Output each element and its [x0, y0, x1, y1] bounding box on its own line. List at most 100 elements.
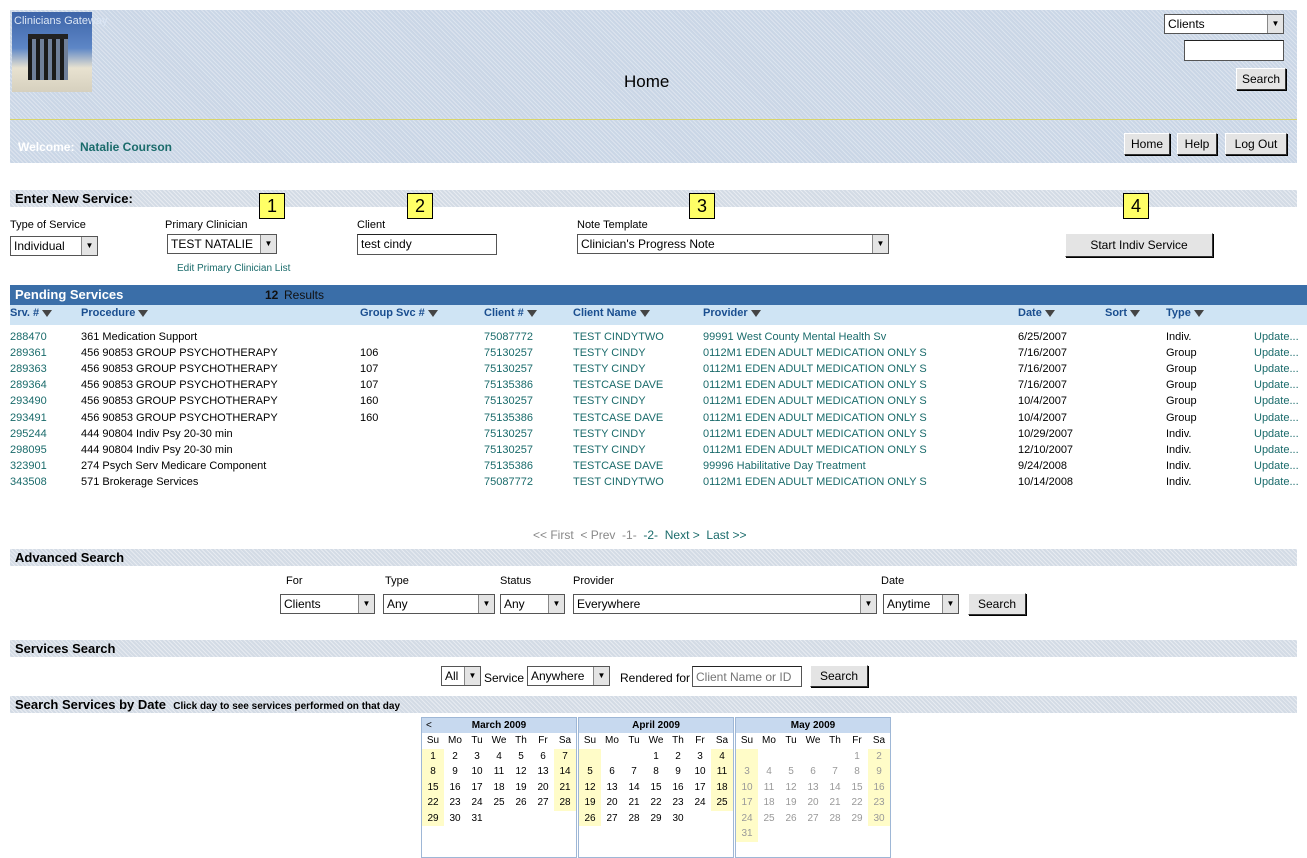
service-location-select[interactable]: Anywhere ▼ [527, 666, 610, 686]
calendar-day[interactable]: 30 [444, 811, 466, 827]
calendar-day[interactable]: 27 [802, 811, 824, 827]
calendar-day[interactable]: 6 [802, 764, 824, 780]
calendar-day[interactable]: 21 [824, 795, 846, 811]
calendar-day[interactable]: 15 [422, 779, 444, 795]
calendar-day[interactable]: 5 [510, 749, 532, 765]
calendar-day[interactable]: 8 [422, 764, 444, 780]
calendar-day[interactable]: 18 [488, 780, 510, 796]
update-link[interactable]: Update... [1254, 428, 1299, 440]
calendar-day[interactable]: 8 [645, 764, 667, 780]
calendar-day[interactable]: 28 [824, 811, 846, 827]
calendar-day[interactable]: 22 [645, 795, 667, 811]
col-provider[interactable]: Provider [703, 307, 761, 319]
srv-cell[interactable]: 343508 [10, 476, 47, 488]
filter-icon[interactable] [42, 309, 53, 317]
pager-page-2[interactable]: -2- [643, 528, 658, 542]
calendar-day[interactable]: 14 [554, 764, 576, 780]
filter-icon[interactable] [427, 309, 438, 317]
adv-type-select[interactable]: Any ▼ [383, 594, 495, 614]
client-input[interactable]: test cindy [357, 234, 497, 255]
col-sort[interactable]: Sort [1105, 307, 1140, 319]
col-client[interactable]: Client # [484, 307, 537, 319]
client-number-cell[interactable]: 75135386 [484, 412, 533, 424]
adv-for-select[interactable]: Clients ▼ [280, 594, 375, 614]
calendar-day[interactable]: 22 [422, 795, 444, 811]
adv-date-select[interactable]: Anytime ▼ [883, 594, 959, 614]
calendar-day[interactable]: 12 [579, 779, 601, 795]
calendar-day[interactable]: 29 [645, 811, 667, 827]
calendar-day[interactable]: 29 [422, 810, 444, 826]
col-procedure[interactable]: Procedure [81, 307, 149, 319]
srv-cell[interactable]: 289363 [10, 363, 47, 375]
services-search-button[interactable]: Search [810, 665, 868, 687]
provider-cell[interactable]: 0112M1 EDEN ADULT MEDICATION ONLY S [703, 476, 927, 488]
calendar-day[interactable]: 2 [868, 748, 890, 764]
global-search-scope-select[interactable]: Clients ▼ [1164, 14, 1284, 34]
calendar-day[interactable]: 14 [623, 780, 645, 796]
calendar-day[interactable]: 2 [444, 749, 466, 765]
calendar-day[interactable]: 22 [846, 795, 868, 811]
provider-cell[interactable]: 0112M1 EDEN ADULT MEDICATION ONLY S [703, 363, 927, 375]
calendar-day[interactable]: 20 [601, 795, 623, 811]
calendar-day[interactable]: 11 [758, 780, 780, 796]
calendar-day[interactable]: 7 [554, 748, 576, 764]
calendar-day[interactable]: 10 [466, 764, 488, 780]
calendar-day[interactable]: 27 [532, 795, 554, 811]
calendar-day[interactable]: 16 [444, 780, 466, 796]
calendar-day[interactable]: 18 [758, 795, 780, 811]
calendar-day[interactable]: 20 [802, 795, 824, 811]
srv-cell[interactable]: 293491 [10, 412, 47, 424]
client-name-cell[interactable]: TESTY CINDY [573, 363, 646, 375]
update-link[interactable]: Update... [1254, 347, 1299, 359]
logo[interactable]: Clinicians Gateway [12, 12, 108, 92]
calendar-day[interactable]: 12 [510, 764, 532, 780]
srv-cell[interactable]: 323901 [10, 460, 47, 472]
calendar-day[interactable]: 9 [868, 764, 890, 780]
calendar-day[interactable]: 7 [623, 764, 645, 780]
calendar-day[interactable]: 20 [532, 780, 554, 796]
col-group-svc[interactable]: Group Svc # [360, 307, 438, 319]
update-link[interactable]: Update... [1254, 379, 1299, 391]
calendar-day[interactable]: 16 [868, 779, 890, 795]
client-number-cell[interactable]: 75135386 [484, 460, 533, 472]
calendar-day[interactable]: 5 [579, 764, 601, 780]
srv-cell[interactable]: 289361 [10, 347, 47, 359]
client-number-cell[interactable]: 75087772 [484, 476, 533, 488]
srv-cell[interactable]: 298095 [10, 444, 47, 456]
filter-icon[interactable] [750, 309, 761, 317]
provider-cell[interactable]: 0112M1 EDEN ADULT MEDICATION ONLY S [703, 428, 927, 440]
provider-cell[interactable]: 0112M1 EDEN ADULT MEDICATION ONLY S [703, 444, 927, 456]
rendered-for-input[interactable] [692, 666, 802, 687]
client-name-cell[interactable]: TESTCASE DAVE [573, 379, 663, 391]
provider-cell[interactable]: 0112M1 EDEN ADULT MEDICATION ONLY S [703, 379, 927, 391]
pager-first[interactable]: << First [533, 528, 574, 542]
calendar-day[interactable]: 26 [510, 795, 532, 811]
client-name-cell[interactable]: TEST CINDYTWO [573, 331, 664, 343]
calendar-day[interactable]: 11 [488, 764, 510, 780]
client-number-cell[interactable]: 75130257 [484, 363, 533, 375]
calendar-day[interactable]: 23 [444, 795, 466, 811]
srv-cell[interactable]: 288470 [10, 331, 47, 343]
client-name-cell[interactable]: TESTY CINDY [573, 347, 646, 359]
filter-icon[interactable] [138, 309, 149, 317]
calendar-day[interactable]: 18 [711, 779, 733, 795]
calendar-day[interactable]: 5 [780, 764, 802, 780]
calendar-day[interactable]: 25 [488, 795, 510, 811]
calendar-day[interactable]: 14 [824, 780, 846, 796]
update-link[interactable]: Update... [1254, 412, 1299, 424]
calendar-day[interactable]: 4 [711, 748, 733, 764]
calendar-day[interactable]: 13 [601, 780, 623, 796]
calendar-day[interactable]: 4 [758, 764, 780, 780]
provider-cell[interactable]: 99996 Habilitative Day Treatment [703, 460, 866, 472]
filter-icon[interactable] [1193, 309, 1204, 317]
calendar-day[interactable]: 25 [711, 795, 733, 811]
calendar-prev-icon[interactable]: < [426, 718, 432, 733]
calendar-day[interactable]: 26 [780, 811, 802, 827]
calendar-day[interactable]: 30 [667, 811, 689, 827]
filter-icon[interactable] [1044, 309, 1055, 317]
client-number-cell[interactable]: 75130257 [484, 428, 533, 440]
update-link[interactable]: Update... [1254, 444, 1299, 456]
calendar-day[interactable]: 6 [532, 749, 554, 765]
calendar-day[interactable]: 9 [444, 764, 466, 780]
calendar-day[interactable]: 17 [736, 795, 758, 811]
